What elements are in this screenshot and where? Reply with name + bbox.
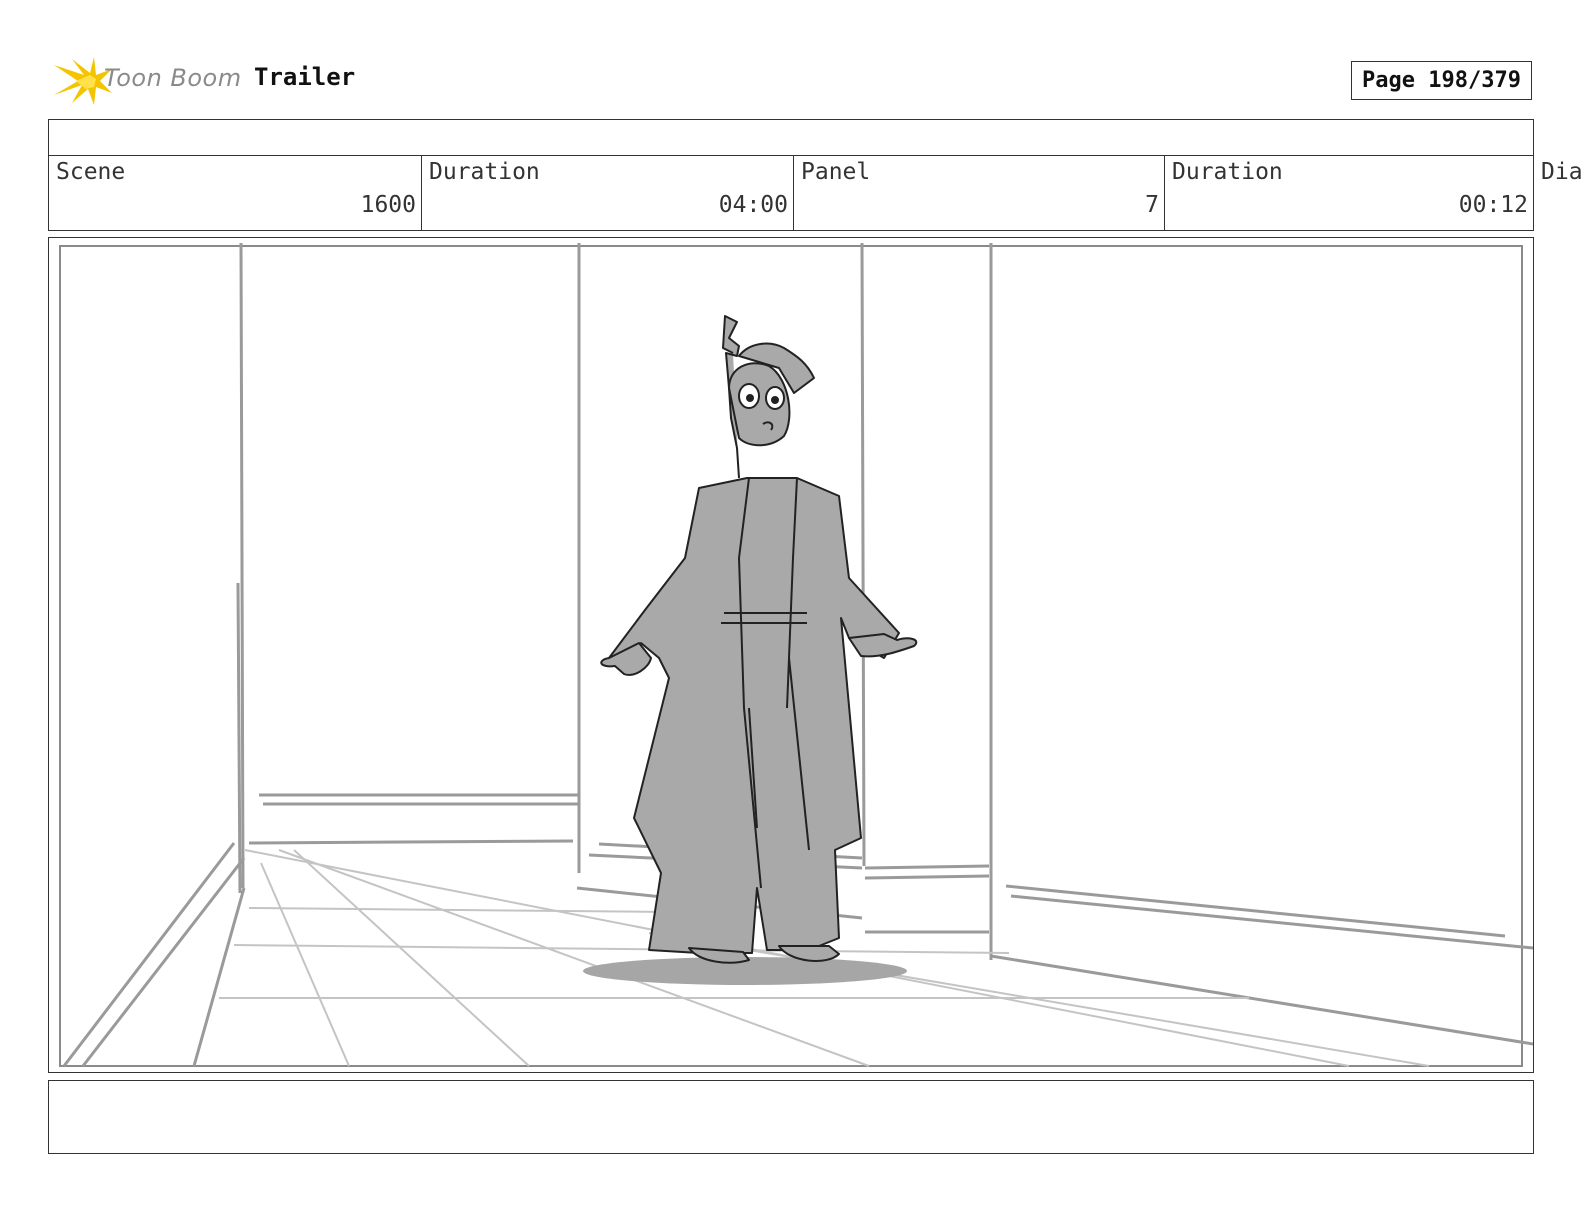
- logo-text: Toon Boom: [104, 64, 242, 92]
- scene-cell: Scene 1600: [49, 155, 421, 230]
- project-title: Trailer: [254, 63, 356, 91]
- panel-duration-label: Duration: [1172, 159, 1283, 185]
- caption-box: [48, 1080, 1534, 1154]
- title-row: [48, 119, 1534, 156]
- scene-label: Scene: [56, 159, 126, 185]
- page-indicator: Page 198/379: [1351, 61, 1532, 100]
- scene-duration-value: 04:00: [718, 192, 788, 218]
- scene-value: 1600: [360, 192, 416, 218]
- panel-cell: Panel 7: [793, 155, 1164, 230]
- dialogue-label-clipped: Dia: [1541, 159, 1583, 185]
- panel-duration-cell: Duration 00:12: [1164, 155, 1533, 230]
- scene-duration-label: Duration: [429, 159, 540, 185]
- storyboard-sketch: [59, 242, 1533, 1067]
- panel-duration-value: 00:12: [1458, 192, 1528, 218]
- panel-label: Panel: [801, 159, 871, 185]
- storyboard-panel: [48, 237, 1534, 1073]
- scene-duration-cell: Duration 04:00: [421, 155, 793, 230]
- info-row: Scene 1600 Duration 04:00 Panel 7 Durati…: [48, 155, 1534, 231]
- character: [600, 315, 918, 964]
- panel-value: 7: [1145, 192, 1159, 218]
